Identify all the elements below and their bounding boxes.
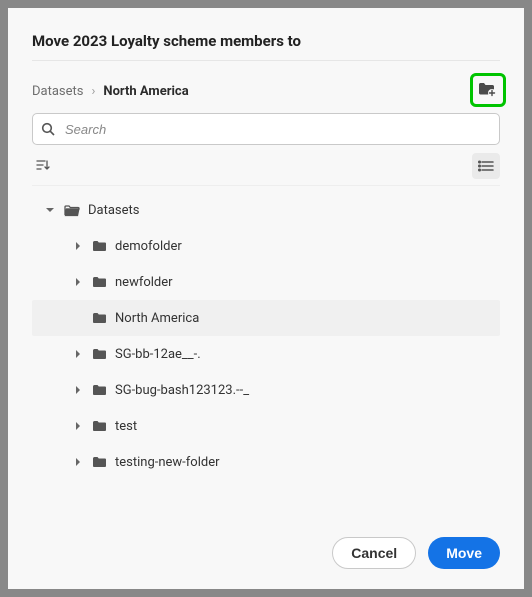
breadcrumb-root[interactable]: Datasets [32,84,84,99]
dialog-title: Move 2023 Loyalty scheme members to [32,32,500,50]
chevron-right-icon [72,349,84,359]
divider [32,60,500,61]
move-button[interactable]: Move [428,537,500,569]
tree-root-row[interactable]: Datasets [32,192,500,228]
folder-icon [92,240,107,252]
tree-item-label: testing-new-folder [115,455,220,470]
tree-item-label: newfolder [115,275,173,290]
breadcrumb-current: North America [103,84,188,99]
list-view-icon [478,157,494,176]
tree-item[interactable]: newfolder [32,264,500,300]
tree-item[interactable]: demofolder [32,228,500,264]
folder-tree: Datasets demofolder newfolder North Amer… [32,192,500,527]
tree-item-selected[interactable]: North America [32,300,500,336]
tree-item-label: SG-bug-bash123123.--_ [115,383,249,398]
new-folder-icon [478,81,496,101]
tree-item-label: demofolder [115,239,182,254]
folder-icon [92,456,107,468]
tree-item[interactable]: test [32,408,500,444]
folder-icon [92,276,107,288]
chevron-right-icon [72,277,84,287]
folder-icon [92,348,107,360]
tree-item[interactable]: testing-new-folder [32,444,500,480]
folder-icon [92,312,107,324]
tree-item[interactable]: SG-bug-bash123123.--_ [32,372,500,408]
chevron-right-icon [72,421,84,431]
search-icon [41,122,55,136]
tree-item[interactable]: SG-bb-12ae__-. [32,336,500,372]
dialog-footer: Cancel Move [32,537,500,569]
move-folder-dialog: Move 2023 Loyalty scheme members to Data… [8,8,524,589]
tree-toolbar [32,153,500,186]
folder-icon [92,384,107,396]
sort-icon [36,159,50,174]
folder-open-icon [64,204,80,217]
search-field [32,113,500,145]
breadcrumb: Datasets › North America [32,84,189,99]
folder-icon [92,420,107,432]
view-toggle-button[interactable] [472,153,500,179]
breadcrumb-row: Datasets › North America [32,79,500,103]
breadcrumb-separator: › [92,84,96,99]
cancel-button[interactable]: Cancel [332,537,416,569]
tree-item-label: North America [115,311,199,326]
new-folder-button[interactable] [474,79,500,103]
chevron-down-icon [44,205,56,215]
search-input[interactable] [32,113,500,145]
tree-item-label: Datasets [88,203,140,218]
chevron-right-icon [72,385,84,395]
chevron-right-icon [72,457,84,467]
chevron-right-icon [72,241,84,251]
sort-button[interactable] [32,155,54,178]
tree-item-label: SG-bb-12ae__-. [115,347,201,362]
tree-item-label: test [115,419,137,434]
